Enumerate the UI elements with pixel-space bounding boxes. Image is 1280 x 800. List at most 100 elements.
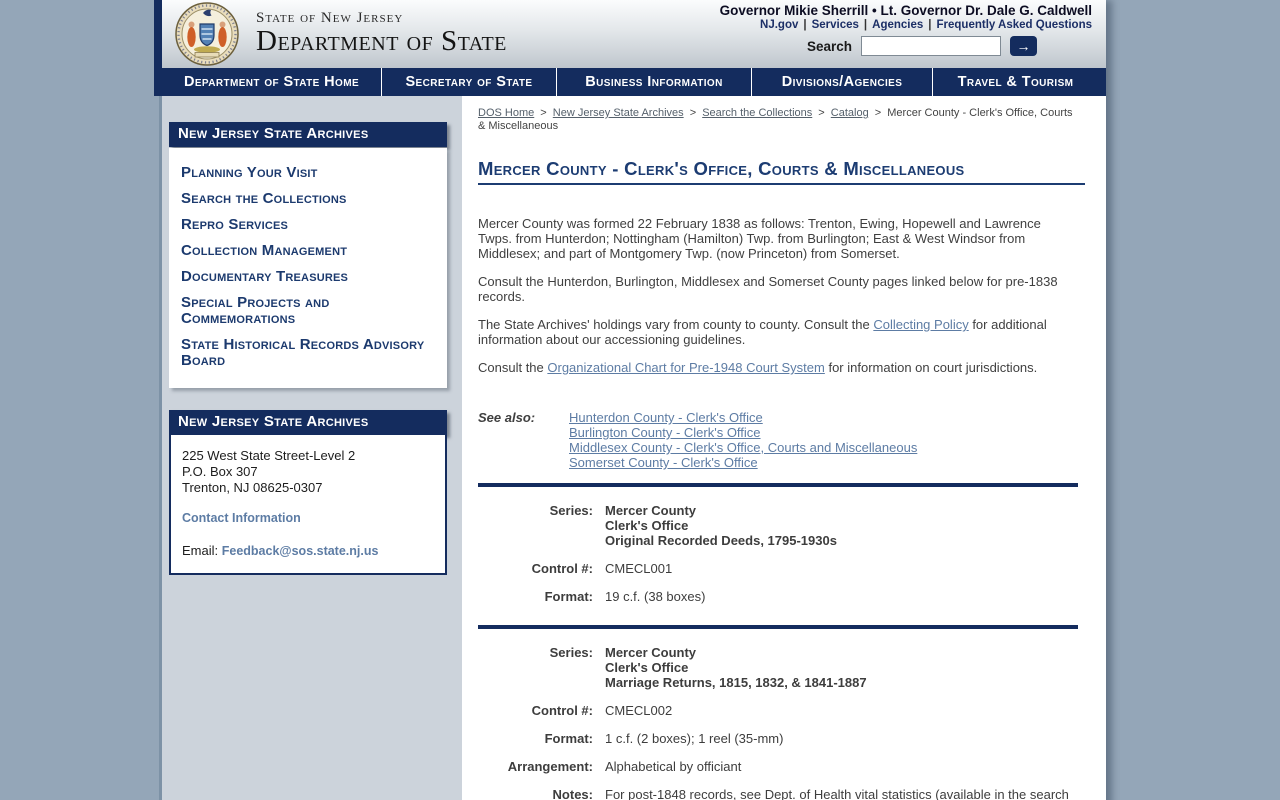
body-paragraph: Consult the Hunterdon, Burlington, Middl… xyxy=(478,274,1058,304)
nav-item-department-of-state-home[interactable]: Department of State Home xyxy=(162,68,382,96)
breadcrumb-link-search-the-collections[interactable]: Search the Collections xyxy=(702,107,812,119)
sidebar-contact-box-title: New Jersey State Archives xyxy=(169,410,447,435)
body-paragraph: Consult the Organizational Chart for Pre… xyxy=(478,360,1038,375)
series-value-line: Mercer County xyxy=(605,645,697,660)
series-value-line: 19 c.f. (38 boxes) xyxy=(605,589,706,604)
sidebar-item-search-the-collections[interactable]: Search the Collections xyxy=(177,186,439,212)
series-row: Format: 1 c.f. (2 boxes); 1 reel (35-mm) xyxy=(478,731,1078,746)
series-block: Series: Mercer County Clerk's Office Marria… xyxy=(478,629,1078,800)
sidebar: New Jersey State Archives Planning Your … xyxy=(162,96,462,800)
series-row-value: 19 c.f. (38 boxes) xyxy=(605,589,705,604)
series-value-line: Clerk's Office xyxy=(605,660,689,675)
series-row-label: Format: xyxy=(544,731,593,746)
series-row-value: CMECL001 xyxy=(605,561,672,576)
agency-wordmark: State of New Jersey Department of State xyxy=(256,11,507,57)
breadcrumb-link-catalog[interactable]: Catalog xyxy=(831,107,869,119)
sidebar-contact-body: 225 West State Street-Level 2 P.O. Box 30… xyxy=(169,435,447,575)
nav-item-divisions-agencies[interactable]: Divisions/Agencies xyxy=(752,68,933,96)
nav-item-travel-tourism[interactable]: Travel & Tourism xyxy=(933,68,1098,96)
series-row: Control #: CMECL001 xyxy=(478,561,1078,576)
search-label: Search xyxy=(806,38,852,54)
series-row: Series: Mercer County Clerk's Office Marria… xyxy=(478,645,1078,690)
sidebar-item-special-projects-and-commemorations[interactable]: Special Projects and Commemorations xyxy=(177,290,439,332)
series-value-line: CMECL002 xyxy=(605,703,673,718)
search-row: Search → xyxy=(720,36,1037,56)
breadcrumb-link-new-jersey-state-archives[interactable]: New Jersey State Archives xyxy=(553,107,684,119)
series-row-label: Series: xyxy=(549,503,593,518)
series-value-line: Mercer County xyxy=(605,503,697,518)
breadcrumb: DOS Home > New Jersey State Archives > S… xyxy=(478,107,1078,133)
main-content: DOS Home > New Jersey State Archives > S… xyxy=(462,96,1106,800)
series-row-value: 1 c.f. (2 boxes); 1 reel (35-mm) xyxy=(605,731,783,746)
sidebar-item-documentary-treasures[interactable]: Documentary Treasures xyxy=(177,264,439,290)
see-also-section: See also: Hunterdon County - Clerk's Off… xyxy=(478,410,1078,470)
series-value-line: 1 c.f. (2 boxes); 1 reel (35-mm) xyxy=(605,731,784,746)
breadcrumb-separator: > xyxy=(815,107,828,119)
series-block: Series: Mercer County Clerk's Office Origin… xyxy=(478,487,1078,625)
quick-links-separator: | xyxy=(928,19,932,31)
sidebar-nav-box-title: New Jersey State Archives xyxy=(169,122,447,147)
see-also-link-somerset-county-clerk-s-office[interactable]: Somerset County - Clerk's Office xyxy=(569,455,917,470)
page-container: State of New Jersey Department of State … xyxy=(154,0,1106,800)
quick-link-frequently-asked-questions[interactable]: Frequently Asked Questions xyxy=(937,19,1093,31)
series-row-value: Mercer County Clerk's Office Marriage Retu… xyxy=(605,645,867,690)
series-row-value: For post-1848 records, see Dept. of Heal… xyxy=(605,787,1075,800)
body-paragraph: The State Archives' holdings vary from c… xyxy=(478,317,1047,347)
nj-state-seal-icon xyxy=(175,2,239,66)
series-row-value: Mercer County Clerk's Office Original Reco… xyxy=(605,503,837,548)
quick-link-agencies[interactable]: Agencies xyxy=(872,19,923,31)
search-input[interactable] xyxy=(861,36,1001,56)
body-link-organizational-chart-for-pre-1948-court-system[interactable]: Organizational Chart for Pre-1948 Court … xyxy=(547,360,824,375)
quick-links-separator: | xyxy=(803,19,807,31)
sidebar-item-repro-services[interactable]: Repro Services xyxy=(177,212,439,238)
series-value-line: Original Recorded Deeds, 1795-1930s xyxy=(605,533,837,548)
sidebar-item-collection-management[interactable]: Collection Management xyxy=(177,238,439,264)
body-paragraph: Mercer County was formed 22 February 183… xyxy=(478,216,1041,261)
quick-links: NJ.gov | Services | Agencies | Frequently Aske… xyxy=(720,19,1092,31)
email-label: Email: xyxy=(182,543,219,558)
sidebar-contact-box: New Jersey State Archives 225 West State… xyxy=(169,410,447,575)
series-row: Notes: For post-1848 records, see Dept. o… xyxy=(478,787,1078,800)
address-line: 225 West State Street-Level 2 xyxy=(182,448,356,463)
series-row-value: CMECL002 xyxy=(605,703,672,718)
paragraphs: Mercer County was formed 22 February 183… xyxy=(478,216,1078,375)
series-value-line: Marriage Returns, 1815, 1832, & 1841-188… xyxy=(605,675,867,690)
see-also-link-hunterdon-county-clerk-s-office[interactable]: Hunterdon County - Clerk's Office xyxy=(569,410,917,425)
series-row-label: Notes: xyxy=(552,787,593,800)
series-value-line: Clerk's Office xyxy=(605,518,689,533)
address-lines: 225 West State Street-Level 2 P.O. Box 30… xyxy=(182,448,434,496)
series-row-label: Arrangement: xyxy=(507,759,593,774)
quick-link-nj-gov[interactable]: NJ.gov xyxy=(760,19,798,31)
email-link[interactable]: Feedback@sos.state.nj.us xyxy=(222,544,379,558)
see-also-link-middlesex-county-clerk-s-office-courts-and-miscellaneous[interactable]: Middlesex County - Clerk's Office, Court… xyxy=(569,440,917,455)
nav-item-business-information[interactable]: Business Information xyxy=(557,68,752,96)
series-row: Control #: CMECL002 xyxy=(478,703,1078,718)
series-row-label: Series: xyxy=(549,645,593,660)
see-also-links: Hunterdon County - Clerk's Office Burling… xyxy=(569,410,917,470)
breadcrumb-separator: > xyxy=(871,107,885,119)
breadcrumb-separator: > xyxy=(686,107,700,119)
address-line: Trenton, NJ 08625-0307 xyxy=(182,480,323,495)
breadcrumb-separator: > xyxy=(537,107,550,119)
series-row-value: Alphabetical by officiant xyxy=(605,759,741,774)
governor-line: Governor Mikie Sherrill • Lt. Governor D… xyxy=(719,3,1092,18)
contact-information-link[interactable]: Contact Information xyxy=(182,511,301,525)
quick-links-separator: | xyxy=(863,19,868,31)
sidebar-item-planning-your-visit[interactable]: Planning Your Visit xyxy=(177,160,439,186)
breadcrumb-link-dos-home[interactable]: DOS Home xyxy=(478,107,534,119)
body-row: New Jersey State Archives Planning Your … xyxy=(162,96,1106,800)
series-value-line: Alphabetical by officiant xyxy=(605,759,742,774)
quick-link-services[interactable]: Services xyxy=(812,19,859,31)
body-link-collecting-policy[interactable]: Collecting Policy xyxy=(873,317,968,332)
search-go-button[interactable]: → xyxy=(1010,36,1037,56)
right-arrow-icon: → xyxy=(1016,38,1031,54)
main-nav: Department of State Home Secretary of Sta… xyxy=(162,68,1106,96)
sidebar-nav-box: New Jersey State Archives Planning Your … xyxy=(169,122,447,388)
email-row: Email: Feedback@sos.state.nj.us xyxy=(182,543,434,558)
sidebar-item-state-historical-records-advisory-board[interactable]: State Historical Records Advisory Board xyxy=(177,332,439,374)
see-also-link-burlington-county-clerk-s-office[interactable]: Burlington County - Clerk's Office xyxy=(569,425,917,440)
series-row: Format: 19 c.f. (38 boxes) xyxy=(478,589,1078,604)
nav-item-secretary-of-state[interactable]: Secretary of State xyxy=(382,68,557,96)
series-row-label: Control #: xyxy=(531,561,593,576)
series-list: Series: Mercer County Clerk's Office Origin… xyxy=(478,483,1085,800)
